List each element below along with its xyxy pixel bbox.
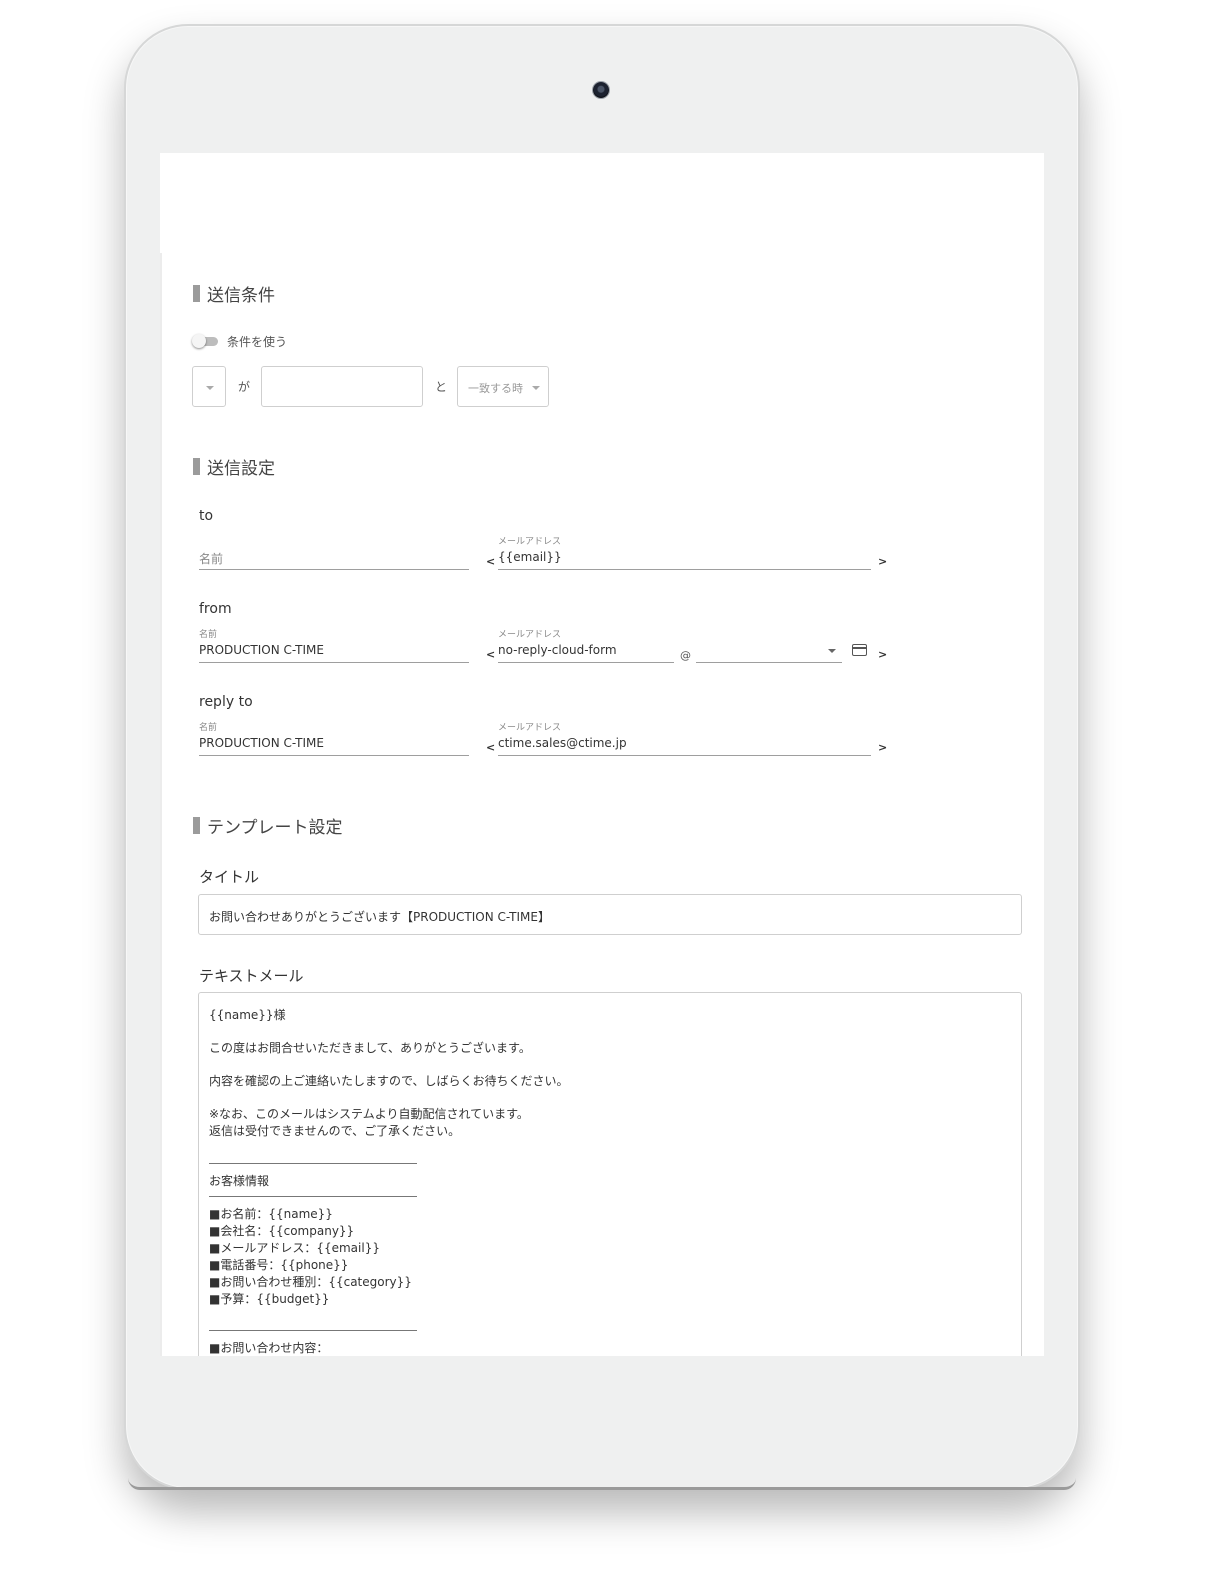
section-bar-icon bbox=[193, 285, 200, 302]
to-email-value: {{email}} bbox=[498, 550, 562, 564]
close-angle: > bbox=[878, 648, 888, 661]
subject-label: タイトル bbox=[199, 868, 260, 886]
mail-line: ■予算：{{budget}} bbox=[209, 1292, 330, 1306]
to-name-placeholder: 名前 bbox=[199, 552, 224, 566]
section-title-send-settings: 送信設定 bbox=[207, 459, 275, 479]
mail-line: ■会社名：{{company}} bbox=[209, 1224, 355, 1238]
credit-card-icon[interactable] bbox=[852, 644, 867, 656]
section-send-conditions: 送信条件 bbox=[193, 281, 275, 306]
mail-line: 内容を確認の上ご連絡いたしますので、しばらくお待ちください。 bbox=[209, 1074, 569, 1088]
mail-line: ■メールアドレス：{{email}} bbox=[209, 1241, 380, 1255]
from-name-value: PRODUCTION C-TIME bbox=[199, 643, 324, 657]
section-bar-icon bbox=[193, 817, 200, 834]
from-email-label: メールアドレス bbox=[498, 630, 562, 640]
from-email-local-value: no-reply-cloud-form bbox=[498, 643, 617, 657]
match-type-value: 一致する時 bbox=[468, 382, 523, 395]
reply-to-name-label: 名前 bbox=[199, 723, 218, 733]
mail-line: この度はお問合せいただきまして、ありがとうございます。 bbox=[209, 1041, 531, 1055]
mail-divider bbox=[209, 1330, 417, 1331]
chevron-down-icon bbox=[206, 386, 214, 390]
mail-line: ■電話番号：{{phone}} bbox=[209, 1258, 349, 1272]
mail-line: ■お名前：{{name}} bbox=[209, 1207, 333, 1221]
ga-label: が bbox=[238, 380, 251, 394]
section-title-send-conditions: 送信条件 bbox=[207, 286, 275, 306]
match-type-select[interactable]: 一致する時 bbox=[457, 366, 549, 407]
chevron-down-icon bbox=[532, 386, 540, 390]
section-send-settings: 送信設定 bbox=[193, 454, 275, 479]
mail-line: お客様情報 bbox=[209, 1174, 270, 1188]
subject-input[interactable]: お問い合わせありがとうございます【PRODUCTION C-TIME】 bbox=[198, 894, 1022, 935]
open-angle: < bbox=[486, 648, 496, 661]
from-group-label: from bbox=[199, 601, 232, 617]
from-name-label: 名前 bbox=[199, 630, 218, 640]
condition-value-input[interactable] bbox=[261, 366, 423, 407]
section-title-template-settings: テンプレート設定 bbox=[207, 818, 343, 838]
section-template-settings: テンプレート設定 bbox=[193, 813, 343, 838]
text-mail-label: テキストメール bbox=[199, 967, 304, 985]
mail-line: {{name}}様 bbox=[209, 1008, 286, 1022]
condition-field-select[interactable] bbox=[192, 366, 226, 407]
reply-to-email-value: ctime.sales@ctime.jp bbox=[498, 736, 627, 750]
use-conditions-toggle[interactable] bbox=[192, 334, 218, 348]
to-email-label: メールアドレス bbox=[498, 537, 562, 547]
mail-line: 返信は受付できませんので、ご了承ください。 bbox=[209, 1124, 461, 1138]
chevron-down-icon bbox=[828, 649, 836, 653]
mail-line: ■お問い合わせ種別：{{category}} bbox=[209, 1275, 412, 1289]
close-angle: > bbox=[878, 555, 888, 568]
mail-line: ※なお、このメールはシステムより自動配信されています。 bbox=[209, 1107, 529, 1121]
to-group-label: to bbox=[199, 508, 214, 524]
at-sign: @ bbox=[680, 649, 691, 662]
camera-icon bbox=[593, 82, 609, 98]
text-mail-textarea[interactable]: {{name}}様 この度はお問合せいただきまして、ありがとうございます。 内容… bbox=[198, 992, 1022, 1356]
screen: 送信条件 条件を使う が と 一致する時 送信設定 to 名前 < メールアドレ… bbox=[160, 153, 1044, 1356]
mail-divider bbox=[209, 1196, 417, 1197]
subject-value: お問い合わせありがとうございます【PRODUCTION C-TIME】 bbox=[209, 910, 550, 924]
section-bar-icon bbox=[193, 458, 200, 475]
close-angle: > bbox=[878, 741, 888, 754]
use-conditions-label: 条件を使う bbox=[227, 335, 288, 349]
reply-to-email-label: メールアドレス bbox=[498, 723, 562, 733]
mail-line: ■お問い合わせ内容： bbox=[209, 1341, 329, 1355]
reply-to-name-value: PRODUCTION C-TIME bbox=[199, 736, 324, 750]
to-label: と bbox=[435, 380, 448, 394]
reply-to-group-label: reply to bbox=[199, 694, 253, 710]
open-angle: < bbox=[486, 741, 496, 754]
tablet-bottom-edge bbox=[128, 1478, 1076, 1490]
open-angle: < bbox=[486, 555, 496, 568]
mail-divider bbox=[209, 1163, 417, 1164]
